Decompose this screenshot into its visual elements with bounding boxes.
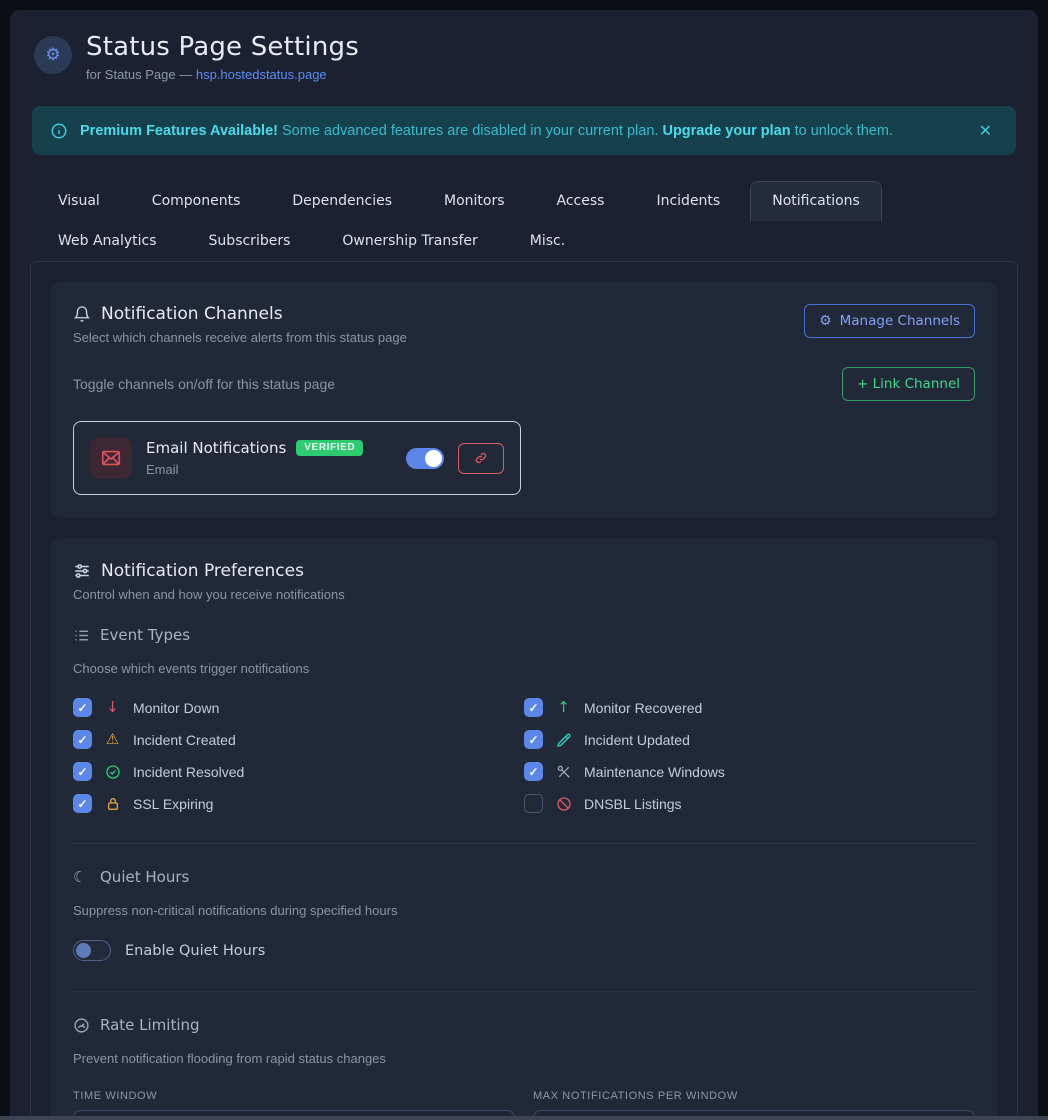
tab-incidents[interactable]: Incidents <box>634 181 742 221</box>
tab-visual[interactable]: Visual <box>36 181 122 221</box>
notifications-tab-content: Notification Channels Select which chann… <box>30 261 1018 1120</box>
tab-access[interactable]: Access <box>535 181 627 221</box>
warning-triangle-icon: ⚠ <box>104 732 121 747</box>
channels-title: Notification Channels <box>101 304 283 324</box>
arrow-down-icon: ↓ <box>104 700 121 715</box>
tab-monitors[interactable]: Monitors <box>422 181 527 221</box>
toggle-channels-hint: Toggle channels on/off for this status p… <box>73 376 335 392</box>
channels-title-row: Notification Channels <box>73 304 407 324</box>
event-ssl-expiring[interactable]: ✓ SSL Expiring <box>73 794 524 813</box>
list-icon <box>73 627 90 644</box>
link-channel-button[interactable]: + Link Channel <box>842 367 975 401</box>
circle-check-icon <box>104 764 121 780</box>
divider <box>73 843 975 844</box>
email-channel-card: Email Notifications VERIFIED Email <box>73 421 521 495</box>
event-monitor-down[interactable]: ✓ ↓ Monitor Down <box>73 698 524 717</box>
max-notifications-label: MAX NOTIFICATIONS PER WINDOW <box>533 1090 975 1102</box>
event-maintenance-windows[interactable]: ✓ Maintenance Windows <box>524 762 975 781</box>
quiet-hours-subtitle: Suppress non-critical notifications duri… <box>73 903 975 918</box>
quiet-hours-toggle[interactable] <box>73 940 111 961</box>
upgrade-plan-link[interactable]: Upgrade your plan <box>662 123 790 139</box>
checkbox-checked[interactable]: ✓ <box>73 762 92 781</box>
preferences-subtitle: Control when and how you receive notific… <box>73 587 975 602</box>
tab-dependencies[interactable]: Dependencies <box>270 181 414 221</box>
quiet-hours-toggle-label: Enable Quiet Hours <box>125 943 265 959</box>
bell-icon <box>73 305 91 323</box>
tab-notifications[interactable]: Notifications <box>750 181 882 221</box>
gear-icon: ⚙ <box>45 45 60 65</box>
settings-panel: ⚙ Status Page Settings for Status Page —… <box>10 10 1038 1120</box>
premium-banner: Premium Features Available! Some advance… <box>32 106 1016 155</box>
no-entry-icon <box>555 796 572 812</box>
event-incident-created[interactable]: ✓ ⚠ Incident Created <box>73 730 524 749</box>
manage-channels-button[interactable]: ⚙ Manage Channels <box>804 304 975 338</box>
moon-icon: ☾ <box>73 869 90 886</box>
tab-ownership-transfer[interactable]: Ownership Transfer <box>320 221 499 261</box>
checkbox-checked[interactable]: ✓ <box>524 698 543 717</box>
preferences-title-row: Notification Preferences <box>73 561 975 581</box>
page-title: Status Page Settings <box>86 32 359 62</box>
event-types-grid: ✓ ↓ Monitor Down ✓ ↑ Monitor Recovered ✓… <box>73 698 975 813</box>
page-subtitle: for Status Page — hsp.hostedstatus.page <box>86 67 359 82</box>
lock-icon <box>104 796 121 812</box>
checkbox-checked[interactable]: ✓ <box>524 762 543 781</box>
channel-type: Email <box>146 463 363 476</box>
event-monitor-recovered[interactable]: ✓ ↑ Monitor Recovered <box>524 698 975 717</box>
bottom-edge-strip <box>0 1116 1048 1120</box>
tools-icon <box>555 764 572 780</box>
page-header: ⚙ Status Page Settings for Status Page —… <box>30 32 1018 82</box>
channels-subtitle: Select which channels receive alerts fro… <box>73 330 407 345</box>
pencil-icon <box>555 732 572 748</box>
event-incident-resolved[interactable]: ✓ Incident Resolved <box>73 762 524 781</box>
event-types-subtitle: Choose which events trigger notification… <box>73 661 975 676</box>
tab-components[interactable]: Components <box>130 181 263 221</box>
checkbox-checked[interactable]: ✓ <box>524 730 543 749</box>
quiet-hours-heading: ☾ Quiet Hours <box>73 868 975 886</box>
gear-icon: ⚙ <box>819 314 832 328</box>
arrow-up-icon: ↑ <box>555 700 572 715</box>
channel-name: Email Notifications <box>146 441 286 456</box>
unlink-channel-button[interactable] <box>458 443 504 474</box>
gear-avatar: ⚙ <box>34 36 72 74</box>
banner-text: Premium Features Available! Some advance… <box>80 123 893 139</box>
checkbox-checked[interactable]: ✓ <box>73 698 92 717</box>
tab-misc[interactable]: Misc. <box>508 221 587 261</box>
chain-link-icon <box>474 451 488 465</box>
divider <box>73 991 975 992</box>
checkbox-checked[interactable]: ✓ <box>73 794 92 813</box>
tab-subscribers[interactable]: Subscribers <box>187 221 313 261</box>
settings-tabs: Visual Components Dependencies Monitors … <box>30 181 1018 261</box>
time-window-label: TIME WINDOW <box>73 1090 515 1102</box>
close-icon[interactable]: ✕ <box>973 119 998 142</box>
verified-badge: VERIFIED <box>296 440 363 456</box>
preferences-title: Notification Preferences <box>101 561 304 581</box>
checkbox-checked[interactable]: ✓ <box>73 730 92 749</box>
status-page-link[interactable]: hsp.hostedstatus.page <box>196 67 327 82</box>
gauge-icon <box>73 1017 90 1034</box>
checkbox-unchecked[interactable] <box>524 794 543 813</box>
info-icon <box>50 122 68 140</box>
sliders-icon <box>73 562 91 580</box>
event-types-heading: Event Types <box>73 626 975 644</box>
email-icon <box>90 437 132 479</box>
event-dnsbl-listings[interactable]: DNSBL Listings <box>524 794 975 813</box>
notification-channels-card: Notification Channels Select which chann… <box>51 282 997 517</box>
rate-limiting-subtitle: Prevent notification flooding from rapid… <box>73 1051 975 1066</box>
tab-web-analytics[interactable]: Web Analytics <box>36 221 179 261</box>
rate-limiting-heading: Rate Limiting <box>73 1016 975 1034</box>
event-incident-updated[interactable]: ✓ Incident Updated <box>524 730 975 749</box>
email-channel-toggle[interactable] <box>406 448 444 469</box>
notification-preferences-card: Notification Preferences Control when an… <box>51 539 997 1120</box>
